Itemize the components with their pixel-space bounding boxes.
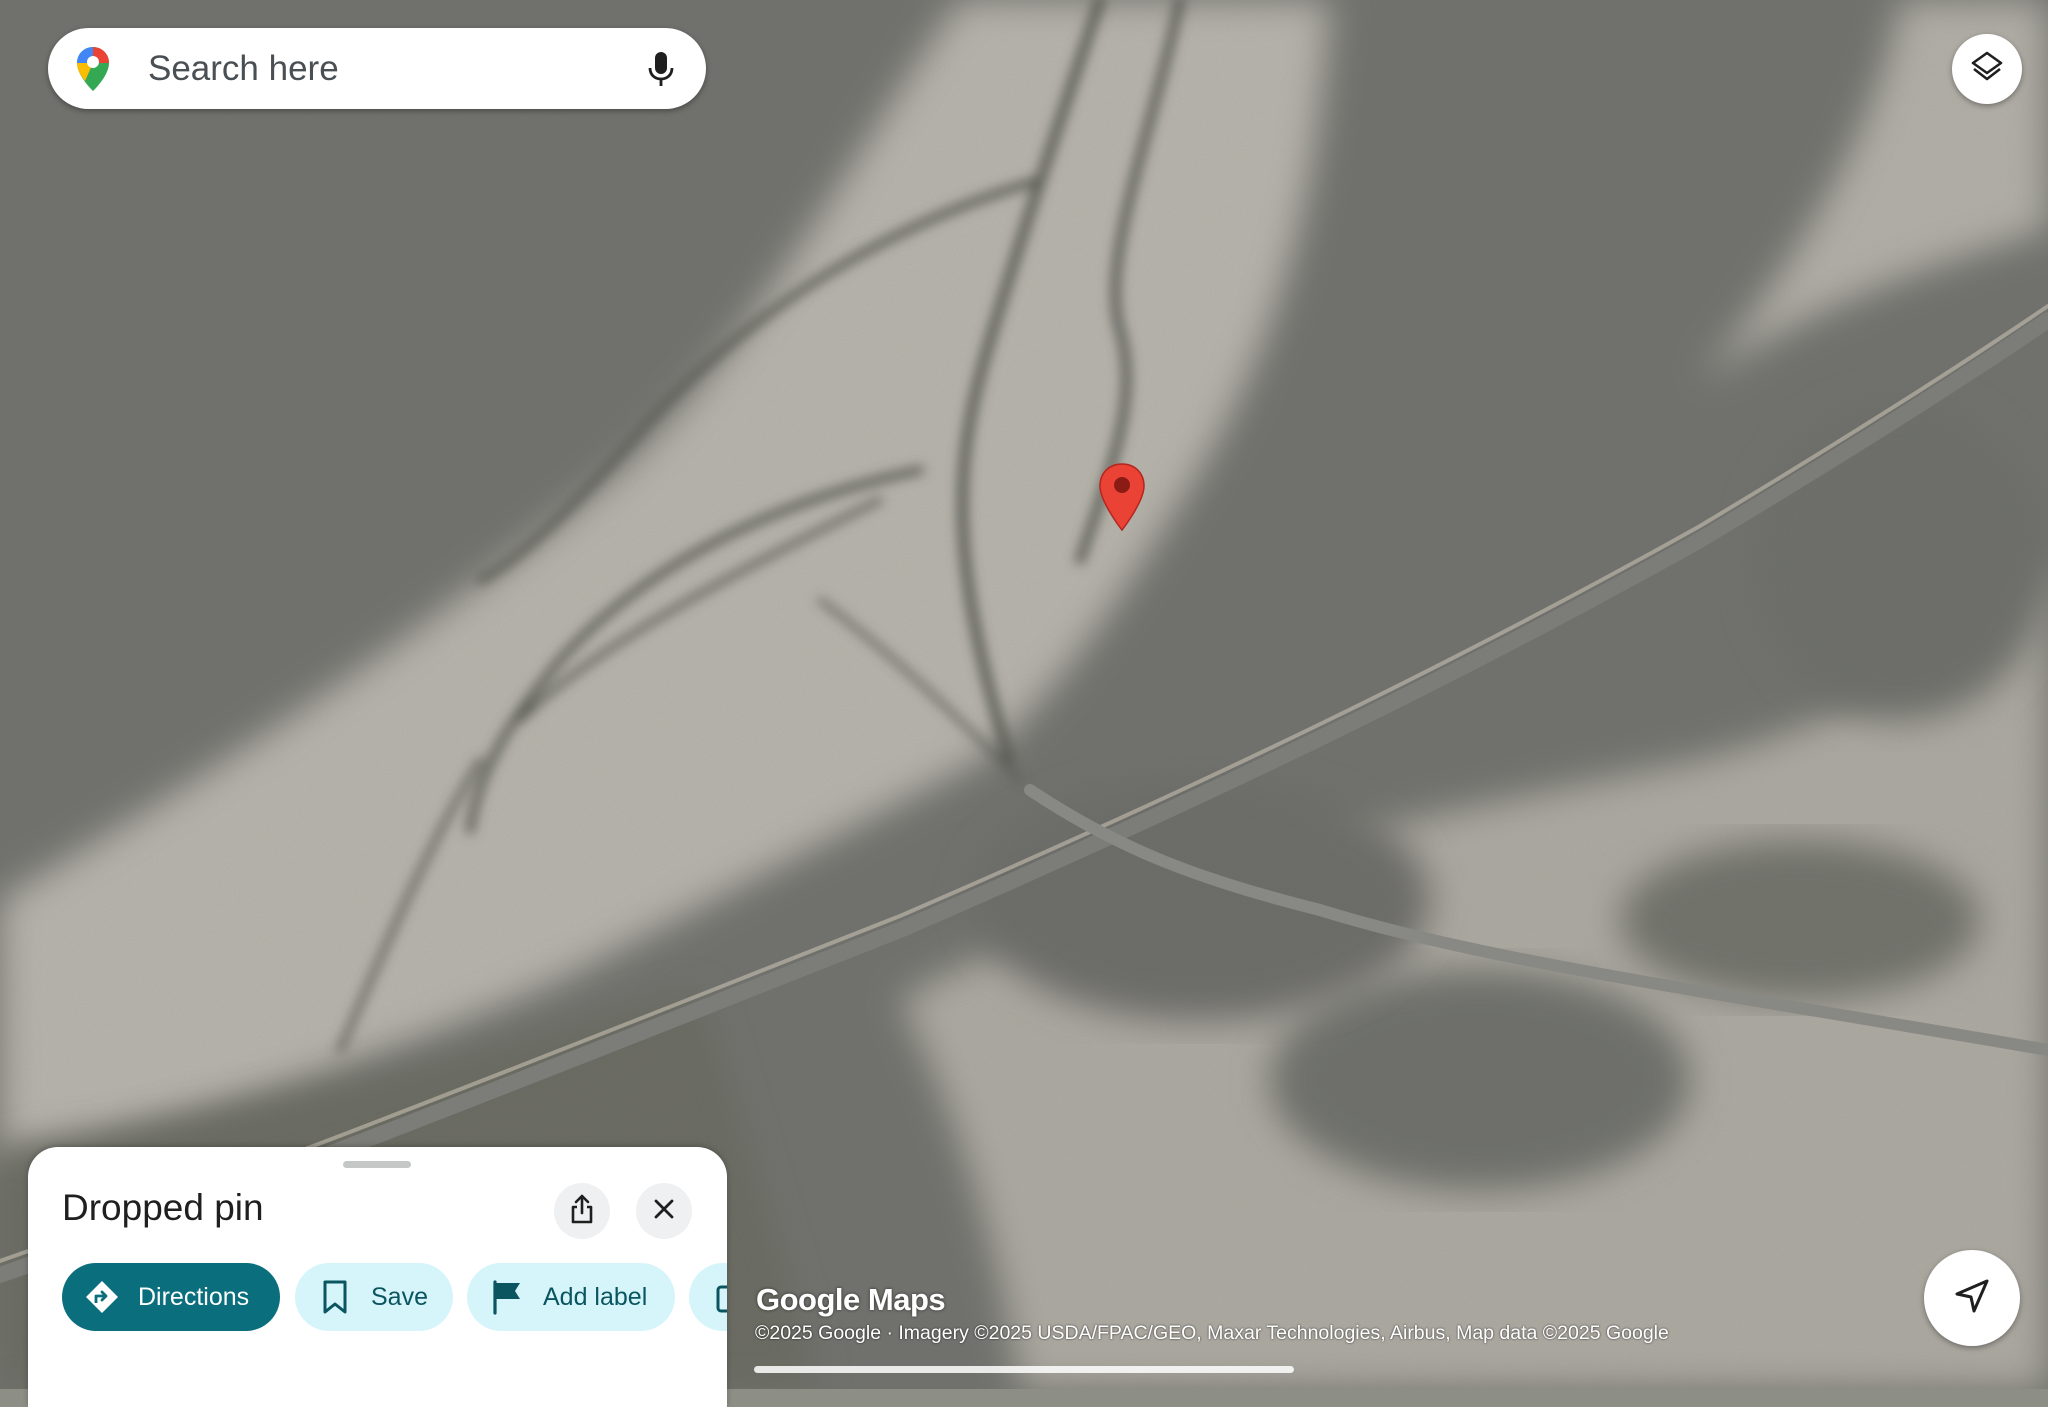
map-attribution: ©2025 Google · Imagery ©2025 USDA/FPAC/G… xyxy=(755,1322,1669,1344)
save-button[interactable]: Save xyxy=(295,1263,453,1331)
action-chips: Directions Save Add label xyxy=(62,1263,727,1333)
save-label: Save xyxy=(371,1282,428,1311)
close-icon xyxy=(652,1197,676,1226)
home-indicator[interactable] xyxy=(754,1366,1294,1373)
close-button[interactable] xyxy=(636,1183,692,1239)
directions-icon xyxy=(84,1279,120,1315)
microphone-icon[interactable] xyxy=(640,44,682,94)
bookmark-icon xyxy=(317,1279,353,1315)
place-title: Dropped pin xyxy=(62,1187,264,1228)
more-actions-button[interactable] xyxy=(689,1263,727,1331)
google-maps-pin-logo-icon xyxy=(72,44,114,94)
share-icon xyxy=(569,1194,595,1229)
add-label-button[interactable]: Add label xyxy=(467,1263,675,1331)
layers-icon xyxy=(1970,50,2004,89)
google-maps-watermark: Google Maps xyxy=(756,1282,946,1317)
layers-button[interactable] xyxy=(1952,34,2022,104)
search-input[interactable]: Search here xyxy=(148,49,640,89)
flag-icon xyxy=(489,1279,525,1315)
sheet-drag-handle[interactable] xyxy=(343,1161,411,1168)
place-bottom-sheet[interactable]: Dropped pin Directions Save Add label xyxy=(28,1147,727,1407)
directions-label: Directions xyxy=(138,1282,250,1311)
dropped-pin-marker[interactable] xyxy=(1098,462,1146,532)
add-label-label: Add label xyxy=(543,1282,648,1311)
my-location-button[interactable] xyxy=(1924,1250,2020,1346)
directions-button[interactable]: Directions xyxy=(62,1263,280,1331)
navigation-arrow-icon xyxy=(1952,1276,1992,1321)
more-icon xyxy=(711,1279,727,1315)
share-button[interactable] xyxy=(554,1183,610,1239)
search-bar[interactable]: Search here xyxy=(48,28,706,109)
